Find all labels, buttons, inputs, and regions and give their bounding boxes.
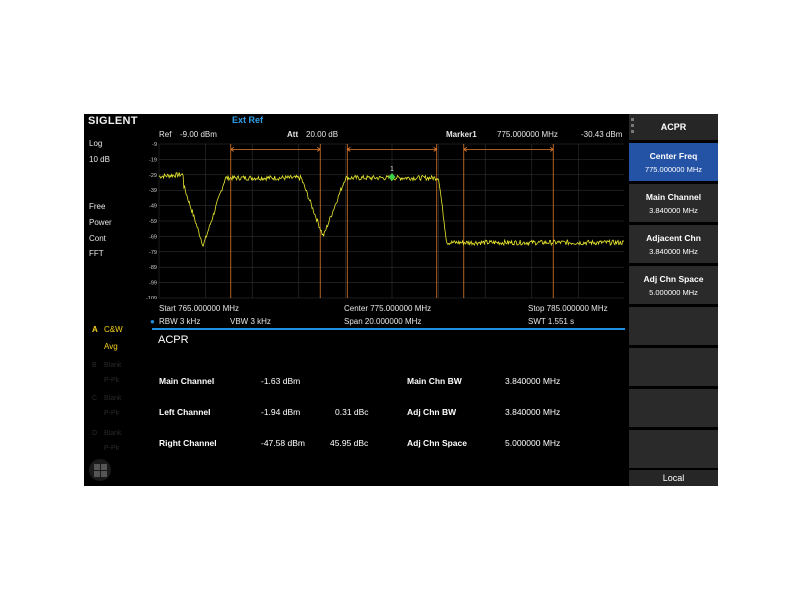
att-value: 20.00 dB bbox=[306, 130, 339, 139]
marker-freq: 775.000000 MHz bbox=[497, 130, 558, 139]
row-left-power: -1.94 dBm bbox=[261, 407, 301, 417]
y-tick-label: -69 bbox=[149, 234, 157, 240]
y-tick-label: -59 bbox=[149, 219, 157, 225]
app-grid-icon[interactable] bbox=[89, 459, 111, 481]
y-tick-label: -9 bbox=[152, 142, 157, 148]
param-main-bw-value: 3.840000 MHz bbox=[505, 376, 561, 386]
y-tick-label: -49 bbox=[149, 204, 157, 210]
softkey-label: Main Channel bbox=[645, 192, 702, 202]
trace-b-letter[interactable]: B bbox=[92, 362, 97, 369]
spectrum-plot[interactable]: -9 -19 -29 -39 -49 -59 -69 -79 -89 -99 -109 1 bbox=[144, 141, 624, 299]
trace-d-mode[interactable]: Blank bbox=[104, 430, 122, 437]
y-tick-label: -29 bbox=[149, 173, 157, 179]
softkey-label: Adjacent Chn bbox=[646, 233, 701, 243]
vbw-value[interactable]: VBW 3 kHz bbox=[230, 317, 271, 326]
ref-value: -9.00 dBm bbox=[180, 130, 217, 139]
trace-a-mode[interactable]: C&W bbox=[104, 325, 123, 334]
y-tick-label: -79 bbox=[149, 250, 157, 256]
softkey-empty-5[interactable] bbox=[629, 307, 718, 345]
scale-type: Log bbox=[89, 139, 103, 148]
trace-b-detector: P-Pk bbox=[104, 377, 120, 384]
softkey-center-freq[interactable]: Center Freq 775.000000 MHz bbox=[629, 143, 718, 181]
row-right-rel: 45.95 dBc bbox=[330, 438, 369, 448]
span-value[interactable]: Span 20.000000 MHz bbox=[344, 317, 421, 326]
marker-label: Marker1 bbox=[446, 130, 477, 139]
trace-c-mode[interactable]: Blank bbox=[104, 395, 122, 402]
menu-title: ACPR bbox=[629, 114, 718, 140]
rbw-value[interactable]: RBW 3 kHz bbox=[159, 317, 200, 326]
analyzer-screen: SIGLENT Ext Ref Ref -9.00 dBm Att 20.00 … bbox=[84, 114, 718, 486]
sweep-type: FFT bbox=[89, 249, 104, 258]
trace-c-detector: P-Pk bbox=[104, 410, 120, 417]
trace-d-detector: P-Pk bbox=[104, 445, 120, 452]
softkey-value: 775.000000 MHz bbox=[644, 165, 703, 174]
spectrum-trace bbox=[158, 172, 624, 247]
detector-mode: Power bbox=[89, 218, 112, 227]
softkey-empty-8[interactable] bbox=[629, 430, 718, 468]
softkey-label: Adj Chn Space bbox=[643, 274, 704, 284]
softkey-value: 5.000000 MHz bbox=[649, 288, 698, 297]
row-main-label: Main Channel bbox=[159, 376, 215, 386]
row-right-label: Right Channel bbox=[159, 438, 217, 448]
separator-line bbox=[152, 328, 625, 330]
softkey-empty-6[interactable] bbox=[629, 348, 718, 386]
y-tick-label: -89 bbox=[149, 265, 157, 271]
row-main-power: -1.63 dBm bbox=[261, 376, 301, 386]
row-left-rel: 0.31 dBc bbox=[335, 407, 369, 417]
row-right-power: -47.58 dBm bbox=[261, 438, 305, 448]
softkey-empty-7[interactable] bbox=[629, 389, 718, 427]
att-label: Att bbox=[287, 130, 299, 139]
trace-a-detector: Avg bbox=[104, 342, 118, 351]
trace-a-letter[interactable]: A bbox=[92, 325, 98, 334]
trace-b-mode[interactable]: Blank bbox=[104, 362, 122, 369]
scale-div: 10 dB bbox=[89, 155, 110, 164]
rbw-bullet-icon: ● bbox=[150, 317, 155, 326]
softkey-adj-chn-space[interactable]: Adj Chn Space 5.000000 MHz bbox=[629, 266, 718, 304]
param-adj-bw-value: 3.840000 MHz bbox=[505, 407, 561, 417]
y-tick-label: -19 bbox=[149, 157, 157, 163]
softkey-menu: ACPR Center Freq 775.000000 MHz Main Cha… bbox=[629, 114, 718, 486]
softkey-main-channel[interactable]: Main Channel 3.840000 MHz bbox=[629, 184, 718, 222]
y-tick-label: -99 bbox=[149, 281, 157, 287]
softkey-adjacent-chn[interactable]: Adjacent Chn 3.840000 MHz bbox=[629, 225, 718, 263]
top-status-bar: SIGLENT Ext Ref bbox=[84, 114, 629, 128]
param-adj-space-value: 5.000000 MHz bbox=[505, 438, 561, 448]
trace-c-letter[interactable]: C bbox=[92, 395, 97, 402]
param-main-bw-label: Main Chn BW bbox=[407, 376, 462, 386]
trigger-mode: Free bbox=[89, 202, 106, 211]
brand-logo: SIGLENT bbox=[88, 115, 138, 127]
acpr-title: ACPR bbox=[158, 334, 189, 346]
param-adj-space-label: Adj Chn Space bbox=[407, 438, 467, 448]
trace-d-letter[interactable]: D bbox=[92, 430, 97, 437]
param-adj-bw-label: Adj Chn BW bbox=[407, 407, 457, 417]
softkey-value: 3.840000 MHz bbox=[649, 247, 698, 256]
local-button[interactable]: Local bbox=[629, 470, 718, 486]
softkey-label: Center Freq bbox=[649, 151, 698, 161]
start-freq[interactable]: Start 765.000000 MHz bbox=[159, 304, 239, 313]
ref-label: Ref bbox=[159, 130, 172, 139]
marker-number: 1 bbox=[390, 166, 394, 173]
row-left-label: Left Channel bbox=[159, 407, 211, 417]
y-tick-label: -109 bbox=[146, 296, 157, 299]
softkey-value: 3.840000 MHz bbox=[649, 206, 698, 215]
menu-handle-icon[interactable] bbox=[631, 118, 634, 136]
swt-value[interactable]: SWT 1.551 s bbox=[528, 317, 574, 326]
stop-freq[interactable]: Stop 785.000000 MHz bbox=[528, 304, 608, 313]
ext-ref-indicator: Ext Ref bbox=[232, 115, 264, 125]
marker-level: -30.43 dBm bbox=[581, 130, 623, 139]
y-axis-labels: -9 -19 -29 -39 -49 -59 -69 -79 -89 -99 -109 bbox=[146, 142, 157, 299]
sweep-mode: Cont bbox=[89, 234, 106, 243]
y-tick-label: -39 bbox=[149, 188, 157, 194]
center-freq[interactable]: Center 775.000000 MHz bbox=[344, 304, 431, 313]
